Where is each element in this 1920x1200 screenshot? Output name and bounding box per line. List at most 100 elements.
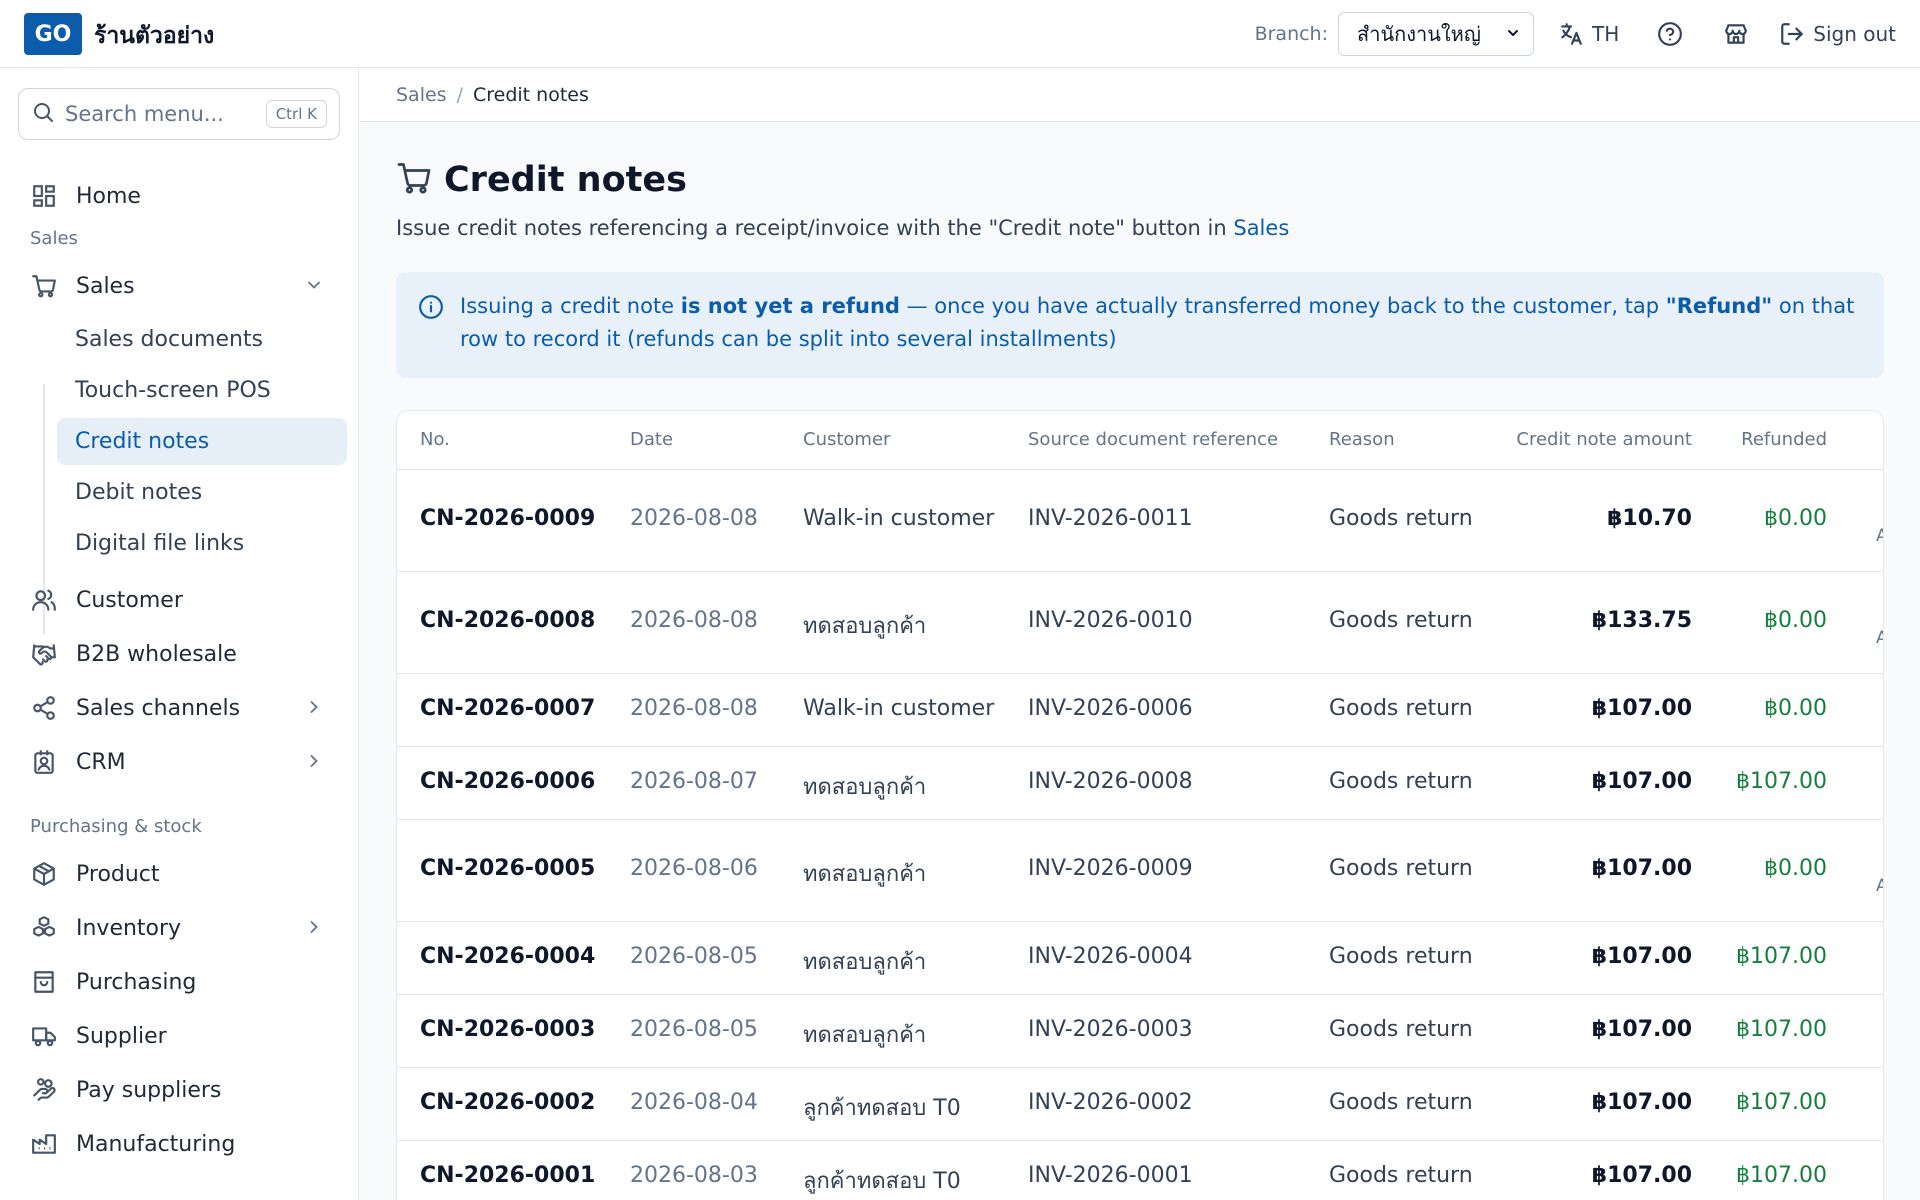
cell-source-reference: INV-2026-0001 [1028, 1163, 1193, 1188]
breadcrumb-sales-link[interactable]: Sales [396, 84, 447, 106]
table-row[interactable]: CN-2026-0007 2026-08-08 Walk-in customer IN… [397, 674, 1883, 747]
sidebar-item-purchasing[interactable]: Purchasing [18, 959, 346, 1005]
table-row[interactable]: CN-2026-0003 2026-08-05 ทดสอบลูกค้า INV-202… [397, 995, 1883, 1068]
cell-number: CN-2026-0008 [420, 608, 596, 633]
chevron-right-icon [304, 751, 324, 777]
handshake-icon [30, 640, 58, 668]
cell-refunded: ฿0.00 [1764, 856, 1827, 881]
help-button[interactable] [1657, 21, 1683, 47]
home-grid-icon [30, 182, 58, 210]
cart-icon [30, 272, 58, 300]
column-header-customer[interactable]: Customer [803, 429, 890, 450]
sidebar-item-customer[interactable]: Customer [18, 577, 346, 623]
sidebar-item-inventory[interactable]: Inventory [18, 905, 346, 951]
chevron-down-icon [1505, 22, 1521, 46]
sign-out-button[interactable]: Sign out [1779, 21, 1896, 47]
branch-select[interactable]: สำนักงานใหญ่ [1338, 12, 1534, 56]
users-icon [30, 586, 58, 614]
table-row[interactable]: CN-2026-0006 2026-08-07 ทดสอบลูกค้า INV-202… [397, 747, 1883, 820]
search-icon [31, 100, 55, 128]
cell-date: 2026-08-04 [630, 1090, 758, 1115]
sidebar-item-label: Supplier [76, 1023, 167, 1049]
sidebar-item-digital-file-links[interactable]: Digital file links [57, 520, 347, 567]
sidebar-item-home[interactable]: Home [18, 173, 346, 219]
sidebar-item-credit-notes[interactable]: Credit notes [57, 418, 347, 465]
cell-reason: Goods return [1329, 769, 1473, 794]
sidebar-item-pay-suppliers[interactable]: Pay suppliers [18, 1067, 346, 1113]
sidebar-item-label: Sales channels [76, 695, 241, 721]
cell-number: CN-2026-0003 [420, 1017, 596, 1042]
cell-customer: Walk-in customer [803, 696, 995, 721]
language-button[interactable]: TH [1558, 21, 1619, 47]
column-header-amount[interactable]: Credit note amount [1516, 429, 1692, 450]
column-header-reason[interactable]: Reason [1329, 429, 1395, 450]
shop-name: ร้านตัวอย่าง [94, 23, 215, 49]
cell-amount: ฿133.75 [1591, 608, 1692, 633]
cell-source-reference: INV-2026-0002 [1028, 1090, 1193, 1115]
store-button[interactable] [1723, 21, 1749, 47]
table-row[interactable]: CN-2026-0005 2026-08-06 ทดสอบลูกค้า INV-202… [397, 820, 1883, 922]
sidebar-item-label: Manufacturing [76, 1131, 236, 1157]
cell-amount: ฿107.00 [1591, 1017, 1692, 1042]
sidebar-item-label: Sales [76, 273, 135, 299]
sidebar-item-label: B2B wholesale [76, 641, 237, 667]
app-logo[interactable]: GO [24, 13, 82, 55]
sidebar-item-label: Customer [76, 587, 183, 613]
cell-amount: ฿107.00 [1591, 1163, 1692, 1188]
page-subtitle: Issue credit notes referencing a receipt… [396, 216, 1289, 240]
section-label-purchasing: Purchasing & stock [30, 816, 202, 837]
subtitle-sales-link[interactable]: Sales [1233, 216, 1289, 240]
column-header-no[interactable]: No. [420, 429, 450, 450]
chevron-right-icon [304, 917, 324, 943]
sign-out-label: Sign out [1813, 22, 1896, 46]
column-header-date[interactable]: Date [630, 429, 673, 450]
sidebar-item-supplier[interactable]: Supplier [18, 1013, 346, 1059]
info-text-1: Issuing a credit note [460, 294, 681, 318]
info-text-2: — once you have actually transferred mon… [899, 294, 1666, 318]
info-bold-1: is not yet a refund [680, 294, 900, 318]
sidebar-item-touch-screen-pos[interactable]: Touch-screen POS [57, 367, 347, 414]
sidebar-item-manufacturing[interactable]: Manufacturing [18, 1121, 346, 1167]
cell-reason: Goods return [1329, 856, 1473, 881]
cell-date: 2026-08-08 [630, 506, 758, 531]
cell-customer: Walk-in customer [803, 506, 995, 531]
table-row[interactable]: CN-2026-0008 2026-08-08 ทดสอบลูกค้า INV-202… [397, 572, 1883, 674]
cell-reason: Goods return [1329, 1163, 1473, 1188]
column-header-refunded[interactable]: Refunded [1741, 429, 1827, 450]
table-row[interactable]: CN-2026-0001 2026-08-03 ลูกค้าทดสอบ T0 INV-… [397, 1141, 1883, 1200]
sidebar-item-b2b-wholesale[interactable]: B2B wholesale [18, 631, 346, 677]
cell-amount: ฿107.00 [1591, 1090, 1692, 1115]
table-row[interactable]: CN-2026-0009 2026-08-08 Walk-in customer IN… [397, 470, 1883, 572]
factory-icon [30, 1130, 58, 1158]
cell-actions-overflow: A [1876, 526, 1883, 546]
cell-date: 2026-08-08 [630, 608, 758, 633]
contact-icon [30, 748, 58, 776]
sidebar-item-product[interactable]: Product [18, 851, 346, 897]
cell-source-reference: INV-2026-0003 [1028, 1017, 1193, 1042]
info-banner: Issuing a credit note is not yet a refun… [396, 272, 1884, 378]
table-row[interactable]: CN-2026-0002 2026-08-04 ลูกค้าทดสอบ T0 INV-… [397, 1068, 1883, 1141]
sidebar-item-crm[interactable]: CRM [18, 739, 346, 785]
cell-amount: ฿107.00 [1591, 769, 1692, 794]
sidebar-item-debit-notes[interactable]: Debit notes [57, 469, 347, 516]
sidebar-item-sales-documents[interactable]: Sales documents [57, 316, 347, 363]
language-label: TH [1592, 22, 1620, 46]
search-placeholder: Search menu... [65, 102, 224, 126]
truck-icon [30, 1022, 58, 1050]
cell-refunded: ฿0.00 [1764, 506, 1827, 531]
shopping-bag-icon [30, 968, 58, 996]
sidebar-item-sales-channels[interactable]: Sales channels [18, 685, 346, 731]
table-row[interactable]: CN-2026-0004 2026-08-05 ทดสอบลูกค้า INV-202… [397, 922, 1883, 995]
column-header-source[interactable]: Source document reference [1028, 429, 1278, 450]
cell-date: 2026-08-06 [630, 856, 758, 881]
boxes-icon [30, 914, 58, 942]
search-input[interactable]: Search menu... Ctrl K [18, 88, 340, 140]
info-bold-2: "Refund" [1665, 294, 1773, 318]
sidebar-item-sales[interactable]: Sales [18, 263, 346, 309]
cell-number: CN-2026-0007 [420, 696, 596, 721]
sidebar-item-label: Product [76, 861, 160, 887]
branch-label: Branch: [1254, 23, 1328, 45]
cell-customer: ทดสอบลูกค้า [803, 950, 927, 975]
page-header: Credit notes [396, 160, 687, 200]
sign-out-icon [1779, 21, 1805, 47]
